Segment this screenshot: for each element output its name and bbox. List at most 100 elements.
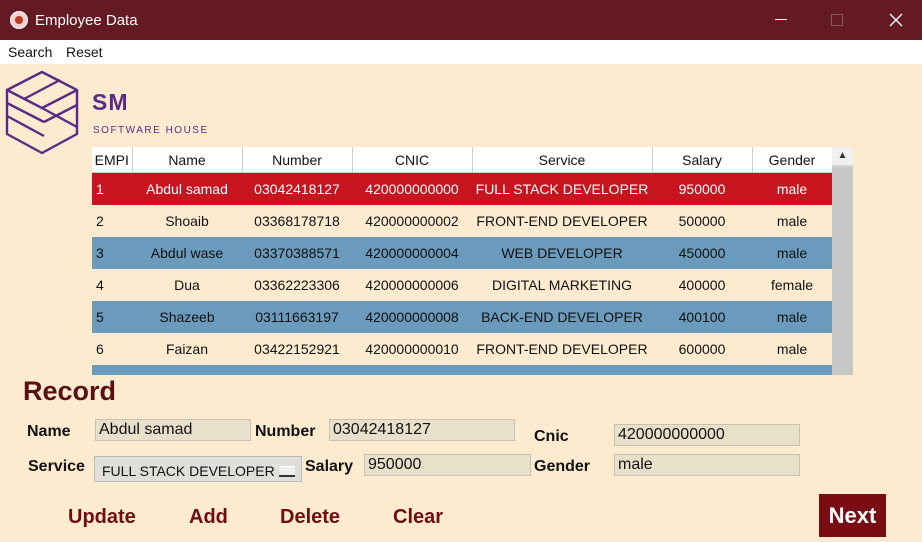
col-header-salary[interactable]: Salary	[652, 147, 753, 173]
close-icon	[889, 13, 903, 27]
table-cell[interactable]: female	[752, 269, 832, 301]
col-header-service[interactable]: Service	[472, 147, 653, 173]
app-icon	[10, 11, 28, 29]
dropdown-arrow-icon[interactable]	[279, 466, 295, 477]
table-row[interactable]: 3 Abdul wase 03370388571 420000000004 WEB DE…	[92, 237, 832, 269]
table-cell[interactable]: 500000	[652, 205, 752, 237]
table-cell[interactable]: male	[752, 301, 832, 333]
company-logo-icon	[5, 70, 79, 155]
service-select[interactable]: FULL STACK DEVELOPER	[94, 456, 302, 482]
table-cell[interactable]: 400100	[652, 301, 752, 333]
record-title: Record	[23, 376, 117, 406]
table-cell[interactable]: male	[752, 333, 832, 365]
table-cell[interactable]: 03370388571	[242, 237, 352, 269]
table-cell[interactable]: Tahaa	[132, 365, 242, 375]
number-field[interactable]: 03042418127	[329, 419, 515, 441]
table-row[interactable]: 7Tahaa03322309731420000000012WEB DEVELOP…	[92, 365, 832, 375]
table-cell[interactable]: 6	[92, 333, 132, 365]
table-cell[interactable]: 5	[92, 301, 132, 333]
table-cell[interactable]: male	[752, 205, 832, 237]
employee-table: EMPI Name Number CNIC Service Salary Gen…	[92, 147, 853, 375]
table-cell[interactable]: DIGITAL MARKETING	[472, 269, 652, 301]
col-header-empi[interactable]: EMPI	[92, 147, 133, 173]
table-row[interactable]: 6 Faizan 03422152921 420000000010 FRONT-END …	[92, 333, 832, 365]
name-field[interactable]: Abdul samad	[95, 419, 251, 441]
table-cell[interactable]: FRONT-END DEVELOPER	[472, 205, 652, 237]
table-cell[interactable]: 3	[92, 237, 132, 269]
table-cell[interactable]: 600000	[652, 333, 752, 365]
table-cell[interactable]: 03111663197	[242, 301, 352, 333]
table-cell[interactable]: FRONT-END DEVELOPER	[472, 333, 652, 365]
delete-button[interactable]: Delete	[280, 506, 340, 529]
table-cell[interactable]: 7	[92, 365, 132, 375]
table-cell[interactable]: WEB DEVELOPER	[472, 237, 652, 269]
update-button[interactable]: Update	[68, 506, 136, 529]
table-cell[interactable]: 03368178718	[242, 205, 352, 237]
table-cell[interactable]: WEB DEVELOPER	[472, 365, 652, 375]
table-cell[interactable]: male	[752, 237, 832, 269]
table-row[interactable]: 2 Shoaib 03368178718 420000000002 FRONT-END …	[92, 205, 832, 237]
table-cell[interactable]: 1	[92, 172, 132, 205]
scrollbar-thumb[interactable]	[832, 167, 853, 375]
col-header-cnic[interactable]: CNIC	[352, 147, 473, 173]
table-cell[interactable]: Faizan	[132, 333, 242, 365]
table-cell[interactable]: 420000000004	[352, 237, 472, 269]
table-row[interactable]: 4 Dua 03362223306 420000000006 DIGITAL MARKE…	[92, 269, 832, 301]
table-cell[interactable]: Abdul wase	[132, 237, 242, 269]
table-cell[interactable]: 420000000002	[352, 205, 472, 237]
table-cell[interactable]: 420000000012	[352, 365, 472, 375]
table-cell[interactable]: 2	[92, 205, 132, 237]
table-cell[interactable]: Dua	[132, 269, 242, 301]
table-row[interactable]: 5 Shazeeb 03111663197 420000000008 BACK-END …	[92, 301, 832, 333]
maximize-icon	[831, 14, 843, 26]
col-header-number[interactable]: Number	[242, 147, 353, 173]
table-cell[interactable]: 420000000008	[352, 301, 472, 333]
service-label: Service	[28, 458, 85, 475]
gender-field[interactable]: male	[614, 454, 800, 476]
table-cell[interactable]: 420000000006	[352, 269, 472, 301]
service-select-value: FULL STACK DEVELOPER	[102, 463, 275, 479]
table-header: EMPI Name Number CNIC Service Salary Gen…	[92, 147, 833, 173]
name-label: Name	[27, 423, 71, 440]
maximize-button[interactable]	[817, 8, 857, 32]
col-header-name[interactable]: Name	[132, 147, 243, 173]
menu-search[interactable]: Search	[8, 44, 52, 60]
table-cell[interactable]: 400000	[652, 269, 752, 301]
table-cell[interactable]: male	[752, 172, 832, 205]
table-cell[interactable]: 420000000000	[352, 172, 472, 205]
add-button[interactable]: Add	[189, 506, 228, 529]
minimize-icon	[775, 19, 787, 20]
title-bar: Employee Data	[0, 0, 922, 40]
table-cell[interactable]: FULL STACK DEVELOPER	[472, 172, 652, 205]
table-row[interactable]: 1 Abdul samad 03042418127 420000000000 FULL …	[92, 172, 832, 205]
gender-label: Gender	[534, 458, 591, 475]
close-button[interactable]	[876, 8, 916, 32]
cnic-label: Cnic	[534, 428, 569, 445]
table-cell[interactable]: Shazeeb	[132, 301, 242, 333]
table-cell[interactable]: Shoaib	[132, 205, 242, 237]
col-header-gender[interactable]: Gender	[752, 147, 833, 173]
salary-field[interactable]: 950000	[364, 454, 531, 476]
table-cell[interactable]: 4	[92, 269, 132, 301]
table-cell[interactable]: male	[752, 365, 832, 375]
scroll-up-icon[interactable]: ▲	[832, 147, 853, 165]
table-cell[interactable]: 03362223306	[242, 269, 352, 301]
table-cell[interactable]: 420000000010	[352, 333, 472, 365]
table-cell[interactable]: 700000	[652, 365, 752, 375]
table-cell[interactable]: 950000	[652, 172, 752, 205]
cnic-field[interactable]: 420000000000	[614, 424, 800, 446]
number-label: Number	[255, 423, 316, 440]
minimize-button[interactable]	[761, 8, 801, 32]
table-cell[interactable]: 450000	[652, 237, 752, 269]
clear-button[interactable]: Clear	[393, 506, 443, 529]
logo-abbr: SM	[92, 89, 129, 115]
menu-reset[interactable]: Reset	[66, 44, 103, 60]
table-cell[interactable]: 03322309731	[242, 365, 352, 375]
table-cell[interactable]: 03042418127	[242, 172, 352, 205]
table-cell[interactable]: BACK-END DEVELOPER	[472, 301, 652, 333]
next-button[interactable]: Next	[819, 494, 886, 537]
table-cell[interactable]: 03422152921	[242, 333, 352, 365]
table-scrollbar[interactable]: ▲	[832, 147, 853, 375]
logo-subtitle: SOFTWARE HOUSE	[93, 125, 209, 136]
table-cell[interactable]: Abdul samad	[132, 172, 242, 205]
